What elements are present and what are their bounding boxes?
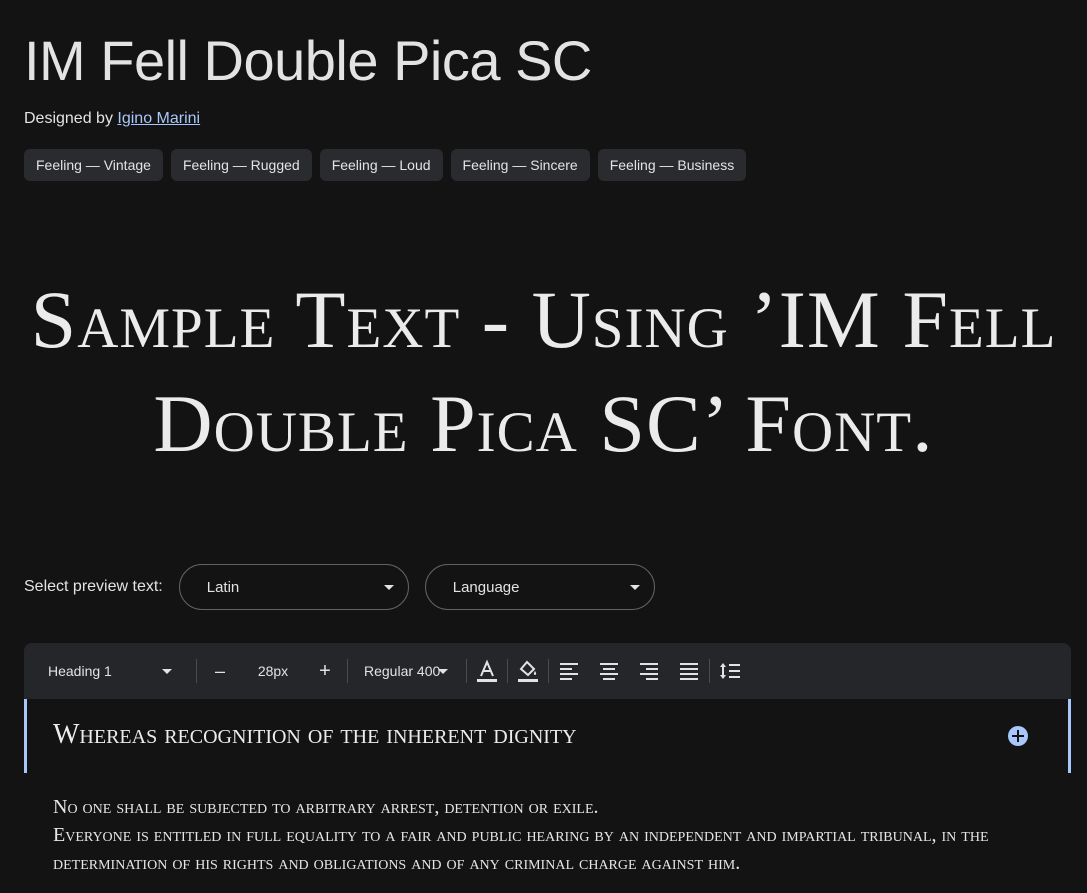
align-left-icon bbox=[560, 663, 578, 680]
highlight-color-button[interactable] bbox=[508, 643, 548, 699]
align-right-icon bbox=[640, 663, 658, 680]
line-spacing-icon bbox=[720, 663, 740, 679]
designer-link[interactable]: Igino Marini bbox=[117, 110, 200, 127]
text-style-dropdown[interactable]: Heading 1 bbox=[48, 643, 196, 699]
preview-label: Select preview text: bbox=[24, 578, 163, 595]
language-dropdown[interactable]: Language bbox=[424, 564, 655, 610]
tag-chip[interactable]: Feeling — Business bbox=[597, 149, 747, 181]
align-center-button[interactable] bbox=[589, 643, 629, 699]
tag-chip[interactable]: Feeling — Rugged bbox=[170, 149, 312, 181]
align-right-button[interactable] bbox=[629, 643, 669, 699]
increase-size-button[interactable]: + bbox=[303, 643, 347, 699]
decrease-size-button[interactable]: – bbox=[197, 643, 243, 699]
designer-prefix: Designed by bbox=[24, 110, 113, 127]
caret-down-icon bbox=[383, 585, 394, 590]
line-spacing-button[interactable] bbox=[710, 643, 750, 699]
tag-chip[interactable]: Feeling — Loud bbox=[319, 149, 443, 181]
font-size-value: 28px bbox=[257, 663, 289, 679]
caret-down-icon bbox=[629, 585, 640, 590]
tag-chip[interactable]: Feeling — Vintage bbox=[24, 149, 163, 181]
heading-preview-block[interactable]: Whereas recognition of the inherent dign… bbox=[24, 699, 1071, 773]
type-tester: Heading 1 – 28px + Regular 400 Whereas r… bbox=[24, 643, 1071, 893]
text-color-button[interactable] bbox=[467, 643, 507, 699]
caret-down-icon bbox=[438, 669, 448, 674]
text-color-icon bbox=[477, 659, 497, 682]
align-justify-button[interactable] bbox=[669, 643, 709, 699]
heading-preview-text[interactable]: Whereas recognition of the inherent dign… bbox=[53, 719, 577, 751]
font-weight-dropdown[interactable]: Regular 400 bbox=[348, 643, 466, 699]
script-dropdown[interactable]: Latin bbox=[178, 564, 409, 610]
designer-line: Designed by Igino Marini bbox=[24, 110, 200, 128]
body-paragraph: No one shall be subjected to arbitrary a… bbox=[53, 796, 599, 818]
preview-text-selector: Select preview text: Latin Language bbox=[24, 563, 671, 611]
add-circle-icon[interactable] bbox=[1008, 726, 1028, 746]
tag-list: Feeling — Vintage Feeling — Rugged Feeli… bbox=[24, 149, 747, 181]
align-justify-icon bbox=[680, 663, 698, 680]
tag-chip[interactable]: Feeling — Sincere bbox=[450, 149, 590, 181]
text-style-value: Heading 1 bbox=[48, 663, 112, 679]
page-title: IM Fell Double Pica SC bbox=[24, 29, 592, 92]
sample-text-preview: Sample Text - Using ’IM Fell Double Pica… bbox=[30, 274, 1057, 469]
script-dropdown-value: Latin bbox=[206, 579, 240, 596]
highlight-color-icon bbox=[518, 660, 538, 682]
language-dropdown-value: Language bbox=[452, 579, 520, 596]
align-left-button[interactable] bbox=[549, 643, 589, 699]
font-weight-value: Regular 400 bbox=[364, 663, 441, 679]
caret-down-icon bbox=[162, 669, 172, 674]
editor-toolbar: Heading 1 – 28px + Regular 400 bbox=[24, 643, 1071, 699]
body-paragraph: Everyone is entitled in full equality to… bbox=[53, 824, 989, 874]
body-preview-text[interactable]: No one shall be subjected to arbitrary a… bbox=[53, 793, 993, 877]
font-specimen-page: IM Fell Double Pica SC Designed by Igino… bbox=[0, 0, 1087, 893]
align-center-icon bbox=[600, 663, 618, 680]
